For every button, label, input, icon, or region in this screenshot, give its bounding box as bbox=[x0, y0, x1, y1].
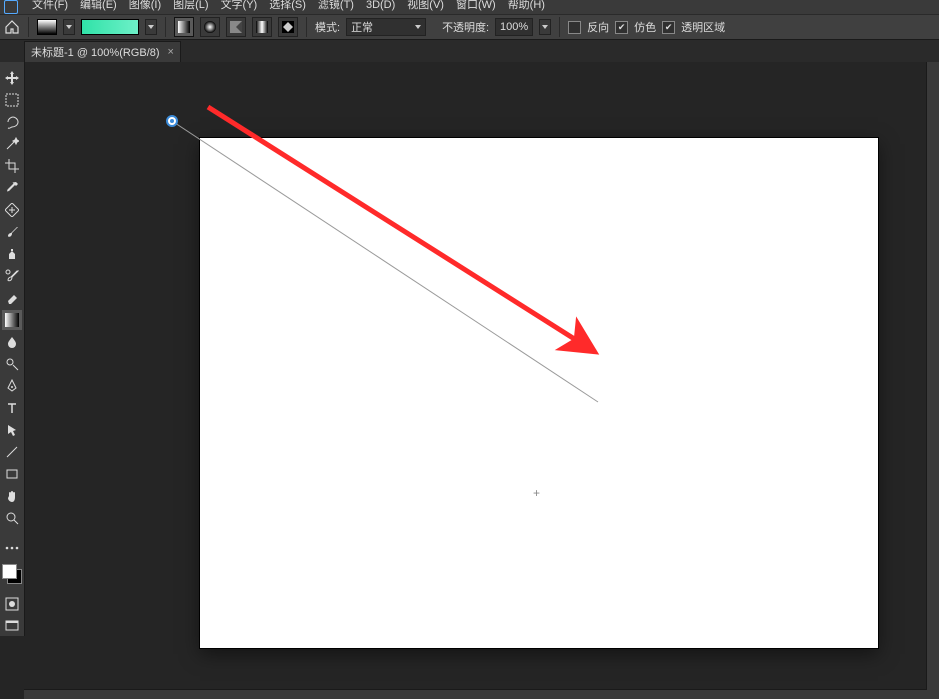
tool-hand[interactable] bbox=[2, 486, 22, 506]
right-panel-gutter[interactable] bbox=[926, 62, 939, 699]
document-title: 未标题-1 @ 100%(RGB/8) bbox=[31, 44, 160, 60]
tool-crop[interactable] bbox=[2, 156, 22, 176]
menu-file[interactable]: 文件(F) bbox=[32, 0, 68, 11]
menu-image[interactable]: 图像(I) bbox=[129, 0, 161, 11]
tool-eraser[interactable] bbox=[2, 288, 22, 308]
gradient-style-angle-icon[interactable] bbox=[226, 17, 246, 37]
edit-toolbar-icon[interactable] bbox=[2, 538, 22, 558]
transparency-checkbox[interactable] bbox=[662, 21, 675, 34]
color-swatches[interactable] bbox=[2, 564, 22, 584]
close-tab-icon[interactable]: × bbox=[168, 46, 174, 58]
tool-rect-marquee[interactable] bbox=[2, 90, 22, 110]
mode-value: 正常 bbox=[351, 19, 373, 35]
separator bbox=[306, 17, 307, 37]
menu-type[interactable]: 文字(Y) bbox=[221, 0, 258, 11]
menu-window[interactable]: 窗口(W) bbox=[456, 0, 496, 11]
tool-brush[interactable] bbox=[2, 222, 22, 242]
separator bbox=[559, 17, 560, 37]
dither-checkbox[interactable] bbox=[615, 21, 628, 34]
menu-select[interactable]: 选择(S) bbox=[269, 0, 306, 11]
tool-spot-heal[interactable] bbox=[2, 200, 22, 220]
gradient-preset-dropdown[interactable] bbox=[145, 19, 157, 35]
menu-view[interactable]: 视图(V) bbox=[407, 0, 444, 11]
tool-eyedropper[interactable] bbox=[2, 178, 22, 198]
tool-path-select[interactable] bbox=[2, 420, 22, 440]
menu-help[interactable]: 帮助(H) bbox=[508, 0, 545, 11]
reverse-checkbox[interactable] bbox=[568, 21, 581, 34]
tool-pen[interactable] bbox=[2, 376, 22, 396]
tool-box bbox=[0, 62, 25, 636]
tool-gradient[interactable] bbox=[2, 310, 22, 330]
mode-dropdown[interactable]: 正常 bbox=[346, 18, 426, 36]
mode-label: 模式: bbox=[315, 19, 340, 35]
home-icon[interactable] bbox=[4, 19, 20, 35]
quick-mask-icon[interactable] bbox=[2, 594, 22, 614]
tool-move[interactable] bbox=[2, 68, 22, 88]
gradient-preview[interactable] bbox=[81, 19, 139, 35]
canvas[interactable] bbox=[200, 138, 878, 648]
tool-history-brush[interactable] bbox=[2, 266, 22, 286]
gradient-swatch-dropdown[interactable] bbox=[63, 19, 75, 35]
separator bbox=[28, 17, 29, 37]
tool-line[interactable] bbox=[2, 442, 22, 462]
workspace: + bbox=[0, 62, 939, 699]
gradient-style-reflected-icon[interactable] bbox=[252, 17, 272, 37]
status-bar bbox=[24, 689, 927, 699]
menu-filter[interactable]: 滤镜(T) bbox=[318, 0, 354, 11]
opacity-value[interactable]: 100% bbox=[495, 18, 533, 36]
menu-edit[interactable]: 编辑(E) bbox=[80, 0, 117, 11]
tool-lasso[interactable] bbox=[2, 112, 22, 132]
dither-label: 仿色 bbox=[634, 19, 656, 35]
tool-type[interactable] bbox=[2, 398, 22, 418]
document-tab[interactable]: 未标题-1 @ 100%(RGB/8) × bbox=[24, 41, 181, 62]
tool-rectangle[interactable] bbox=[2, 464, 22, 484]
gradient-style-radial-icon[interactable] bbox=[200, 17, 220, 37]
gradient-style-linear-icon[interactable] bbox=[174, 17, 194, 37]
reverse-label: 反向 bbox=[587, 19, 609, 35]
tool-dodge[interactable] bbox=[2, 354, 22, 374]
opacity-dropdown[interactable] bbox=[539, 19, 551, 35]
foreground-color-swatch[interactable] bbox=[2, 564, 17, 579]
gradient-style-diamond-icon[interactable] bbox=[278, 17, 298, 37]
tool-blur[interactable] bbox=[2, 332, 22, 352]
transparency-label: 透明区域 bbox=[681, 19, 725, 35]
opacity-label: 不透明度: bbox=[442, 19, 489, 35]
menu-layer[interactable]: 图层(L) bbox=[173, 0, 208, 11]
options-bar: 模式: 正常 不透明度: 100% 反向 仿色 透明区域 bbox=[0, 14, 939, 40]
tool-magic-wand[interactable] bbox=[2, 134, 22, 154]
tool-zoom[interactable] bbox=[2, 508, 22, 528]
tool-clone[interactable] bbox=[2, 244, 22, 264]
app-logo-icon bbox=[4, 0, 18, 14]
screen-mode-icon[interactable] bbox=[2, 616, 22, 636]
menu-bar: 文件(F) 编辑(E) 图像(I) 图层(L) 文字(Y) 选择(S) 滤镜(T… bbox=[0, 0, 939, 14]
document-tab-bar: 未标题-1 @ 100%(RGB/8) × bbox=[0, 40, 939, 63]
separator bbox=[165, 17, 166, 37]
foreground-gradient-swatch[interactable] bbox=[37, 19, 57, 35]
menu-3d[interactable]: 3D(D) bbox=[366, 0, 395, 11]
